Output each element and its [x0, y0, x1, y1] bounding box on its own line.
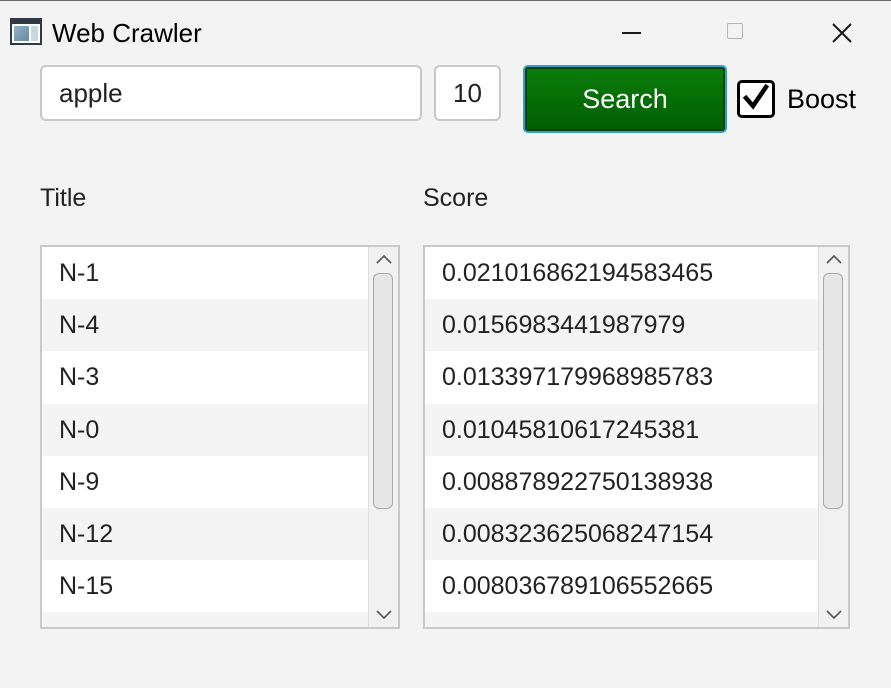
- score-list-item[interactable]: 0.01045810617245381: [425, 403, 818, 456]
- title-list-item[interactable]: N-3: [42, 351, 368, 404]
- title-list-item[interactable]: N-12: [42, 507, 368, 561]
- scroll-thumb[interactable]: [823, 273, 843, 509]
- title-list-item[interactable]: N-1: [42, 247, 368, 300]
- title-list-item[interactable]: [42, 612, 368, 627]
- title-list[interactable]: N-1 N-4 N-3 N-0 N-9 N-12 N-15: [40, 245, 400, 629]
- score-list-scrollbar[interactable]: [818, 247, 848, 627]
- score-list[interactable]: 0.021016862194583465 0.0156983441987979 …: [423, 245, 850, 629]
- scroll-down-icon[interactable]: [374, 608, 394, 622]
- scroll-up-icon[interactable]: [374, 252, 394, 266]
- web-crawler-window: Web Crawler Search Boost Title Score N-1…: [0, 0, 891, 688]
- maximize-icon[interactable]: [716, 15, 756, 51]
- checkmark-icon: [742, 84, 770, 110]
- boost-checkbox[interactable]: [737, 80, 775, 118]
- scroll-thumb[interactable]: [373, 273, 393, 509]
- title-column-header: Title: [40, 184, 87, 212]
- title-bar: Web Crawler: [0, 1, 891, 63]
- score-list-item[interactable]: 0.0156983441987979: [425, 299, 818, 352]
- close-icon[interactable]: [822, 15, 862, 51]
- score-list-item[interactable]: 0.021016862194583465: [425, 247, 818, 300]
- score-list-item[interactable]: [425, 612, 818, 627]
- title-list-item[interactable]: N-15: [42, 560, 368, 613]
- minimize-icon[interactable]: [612, 15, 652, 51]
- result-count-field[interactable]: [434, 65, 501, 121]
- boost-label: Boost: [787, 84, 857, 114]
- title-list-item[interactable]: N-0: [42, 403, 368, 456]
- scroll-up-icon[interactable]: [824, 252, 844, 266]
- score-list-item[interactable]: 0.008036789106552665: [425, 560, 818, 613]
- score-list-item[interactable]: 0.008878922750138938: [425, 455, 818, 508]
- title-list-scrollbar[interactable]: [368, 247, 398, 627]
- title-list-item[interactable]: N-9: [42, 455, 368, 508]
- app-window-icon: [10, 18, 42, 45]
- window-title: Web Crawler: [52, 18, 202, 48]
- title-list-item[interactable]: N-4: [42, 299, 368, 352]
- search-button[interactable]: Search: [523, 65, 727, 133]
- score-list-item[interactable]: 0.008323625068247154: [425, 507, 818, 561]
- search-input[interactable]: [40, 65, 422, 121]
- score-column-header: Score: [423, 184, 489, 212]
- score-list-item[interactable]: 0.013397179968985783: [425, 351, 818, 404]
- scroll-down-icon[interactable]: [824, 608, 844, 622]
